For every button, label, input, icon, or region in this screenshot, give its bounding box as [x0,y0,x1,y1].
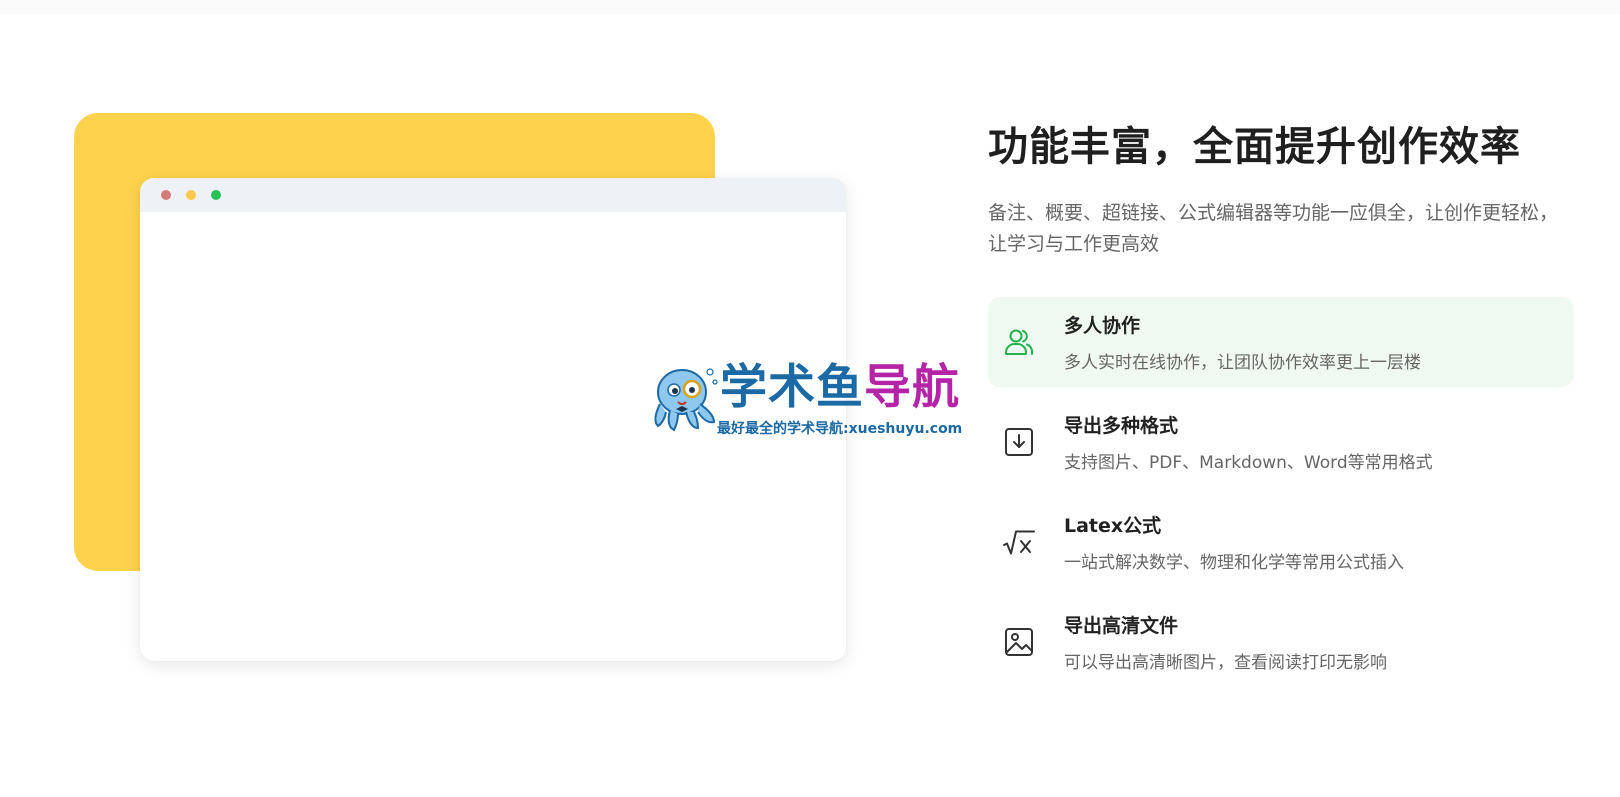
section-heading: 功能丰富，全面提升创作效率 [988,124,1521,170]
watermark-title: 学术鱼导航 [720,360,960,416]
image-icon [1005,628,1033,656]
feature-description: 多人实时在线协作，让团队协作效率更上一层楼 [1064,353,1421,373]
browser-title-bar [140,178,846,212]
feature-collaboration[interactable]: 多人协作 多人实时在线协作，让团队协作效率更上一层楼 [988,297,1574,387]
watermark-subtitle: 最好最全的学术导航:xueshuyu.com [717,421,963,437]
feature-description: 支持图片、PDF、Markdown、Word等常用格式 [1064,453,1433,473]
formula-icon [1003,530,1035,555]
watermark-title-part1: 学术鱼 [720,360,864,415]
feature-hd-export[interactable]: 导出高清文件 可以导出高清晰图片，查看阅读打印无影响 [988,597,1574,687]
window-maximize-dot [211,190,221,200]
download-icon [1005,428,1033,456]
watermark-title-part2: 导航 [864,360,960,415]
page: 学术鱼导航 最好最全的学术导航:xueshuyu.com 功能丰富，全面提升创作… [0,0,1620,797]
watermark-logo: 学术鱼导航 最好最全的学术导航:xueshuyu.com [648,360,978,440]
feature-latex[interactable]: Latex公式 一站式解决数学、物理和化学等常用公式插入 [988,497,1574,587]
feature-title: 导出高清文件 [1064,615,1179,637]
users-icon [1005,329,1033,355]
feature-title: Latex公式 [1064,515,1162,537]
top-strip [0,0,1620,14]
octopus-mascot-icon [654,368,718,432]
section-intro: 备注、概要、超链接、公式编辑器等功能一应俱全，让创作更轻松，让学习与工作更高效 [988,202,1559,255]
feature-export-formats[interactable]: 导出多种格式 支持图片、PDF、Markdown、Word等常用格式 [988,397,1574,487]
window-close-dot [161,190,171,200]
feature-description: 可以导出高清晰图片，查看阅读打印无影响 [1064,653,1387,673]
feature-title: 多人协作 [1064,315,1141,337]
window-minimize-dot [186,190,196,200]
feature-description: 一站式解决数学、物理和化学等常用公式插入 [1064,553,1404,573]
feature-title: 导出多种格式 [1064,415,1179,437]
